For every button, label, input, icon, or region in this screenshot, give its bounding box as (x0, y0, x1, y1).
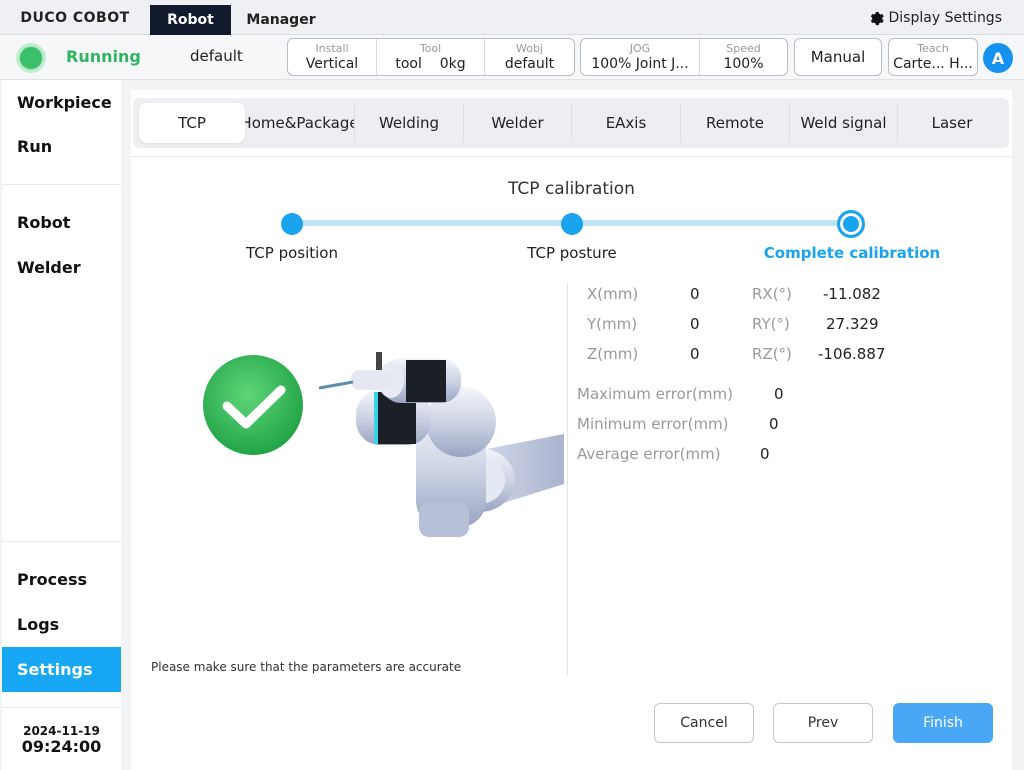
z-label: Z(mm) (587, 345, 639, 363)
step-dot-complete (837, 210, 865, 238)
step-label-complete: Complete calibration (763, 244, 941, 262)
robot-arm-icon (318, 352, 564, 537)
display-settings-button[interactable]: Display Settings (869, 10, 1002, 26)
accuracy-note: Please make sure that the parameters are… (151, 660, 462, 674)
tool-weight: 0kg (439, 55, 466, 72)
prev-button[interactable]: Prev (773, 703, 873, 743)
sidebar-item-robot[interactable]: Robot (2, 200, 121, 245)
calibration-success-illustration (203, 352, 564, 537)
tool-value: tool 0kg (395, 55, 465, 73)
speed-cell[interactable]: Speed 100% (700, 39, 787, 75)
top-bar: DUCO COBOT Robot Manager Display Setting… (0, 0, 1024, 35)
tool-label: Tool (419, 41, 442, 55)
ry-label: RY(°) (752, 315, 790, 333)
teach-label: Teach (917, 41, 949, 55)
teach-value: Carte... H... (893, 55, 973, 72)
tab-remote[interactable]: Remote (681, 103, 790, 143)
min-error-label: Minimum error(mm) (577, 415, 729, 433)
tab-welder[interactable]: Welder (464, 103, 572, 143)
step-label-position: TCP position (246, 244, 338, 262)
program-name: default (190, 47, 243, 65)
sidebar-item-logs[interactable]: Logs (2, 602, 121, 647)
current-date: 2024-11-19 (23, 724, 100, 738)
min-error-value: 0 (769, 415, 779, 433)
finish-button[interactable]: Finish (893, 703, 993, 743)
install-value: Vertical (305, 55, 359, 72)
wobj-label: Wobj (515, 41, 543, 55)
x-value: 0 (690, 285, 700, 303)
avg-error-value: 0 (760, 445, 770, 463)
tool-cell[interactable]: Tool tool 0kg (377, 39, 485, 75)
user-avatar[interactable]: A (983, 43, 1013, 73)
step-dot-posture (561, 213, 583, 235)
top-tab-manager[interactable]: Manager (231, 5, 331, 35)
tab-divider (131, 156, 1012, 157)
max-error-value: 0 (774, 385, 784, 403)
install-label: Install (315, 41, 349, 55)
install-tool-wobj-panel[interactable]: Install Vertical Tool tool 0kg Wobj defa… (287, 38, 575, 76)
tab-laser[interactable]: Laser (898, 103, 1006, 143)
gear-icon (870, 11, 884, 25)
teach-panel[interactable]: Teach Carte... H... (888, 38, 978, 76)
teach-cell[interactable]: Teach Carte... H... (889, 39, 977, 75)
status-bar: Running default Install Vertical Tool to… (0, 35, 1024, 80)
jog-cell[interactable]: JOG 100% Joint J... (581, 39, 700, 75)
x-label: X(mm) (587, 285, 639, 303)
y-label: Y(mm) (587, 315, 638, 333)
wobj-cell[interactable]: Wobj default (485, 39, 574, 75)
step-dot-position (281, 213, 303, 235)
success-check-icon (203, 355, 303, 455)
speed-value: 100% (723, 55, 764, 72)
robot-state: Running (66, 47, 141, 66)
install-cell[interactable]: Install Vertical (288, 39, 377, 75)
ry-value: 27.329 (826, 315, 879, 333)
sidebar-divider (2, 541, 121, 542)
rx-value: -11.082 (823, 285, 881, 303)
brand-logo: DUCO COBOT (20, 9, 130, 26)
display-settings-label: Display Settings (888, 10, 1002, 26)
step-label-posture: TCP posture (527, 244, 617, 262)
tab-eaxis[interactable]: EAxis (572, 103, 681, 143)
y-value: 0 (690, 315, 700, 333)
tab-weld-signal[interactable]: Weld signal (790, 103, 898, 143)
jog-speed-panel[interactable]: JOG 100% Joint J... Speed 100% (580, 38, 788, 76)
rz-label: RZ(°) (752, 345, 792, 363)
wobj-value: default (504, 55, 555, 72)
max-error-label: Maximum error(mm) (577, 385, 733, 403)
sidebar-item-welder[interactable]: Welder (2, 245, 121, 290)
tab-home-package[interactable]: Home&Package (245, 103, 355, 143)
sidebar-item-settings[interactable]: Settings (2, 647, 121, 692)
jog-value: 100% Joint J... (591, 55, 689, 72)
main-panel: TCP Home&Package Welding Welder EAxis Re… (131, 90, 1012, 770)
vertical-divider (567, 283, 568, 676)
calibration-title: TCP calibration (508, 179, 635, 199)
rz-value: -106.887 (818, 345, 886, 363)
avg-error-label: Average error(mm) (577, 445, 721, 463)
current-time: 09:24:00 (21, 737, 102, 756)
sidebar: Workpiece Run Robot Welder Process Logs … (2, 80, 121, 770)
running-indicator-icon (16, 43, 46, 73)
tool-name: tool (395, 55, 422, 72)
manual-mode-button[interactable]: Manual (794, 38, 882, 76)
jog-label: JOG (629, 41, 651, 55)
top-tab-robot[interactable]: Robot (150, 5, 231, 35)
sidebar-divider (2, 184, 121, 185)
z-value: 0 (690, 345, 700, 363)
settings-tab-bar: TCP Home&Package Welding Welder EAxis Re… (133, 98, 1009, 148)
rx-label: RX(°) (752, 285, 792, 303)
cancel-button[interactable]: Cancel (654, 703, 754, 743)
sidebar-item-run[interactable]: Run (2, 124, 121, 169)
tab-welding[interactable]: Welding (355, 103, 464, 143)
sidebar-item-process[interactable]: Process (2, 557, 121, 602)
sidebar-item-workpiece[interactable]: Workpiece (2, 80, 121, 125)
speed-label: Speed (726, 41, 761, 55)
sidebar-divider (2, 707, 121, 708)
tab-tcp[interactable]: TCP (139, 103, 245, 143)
